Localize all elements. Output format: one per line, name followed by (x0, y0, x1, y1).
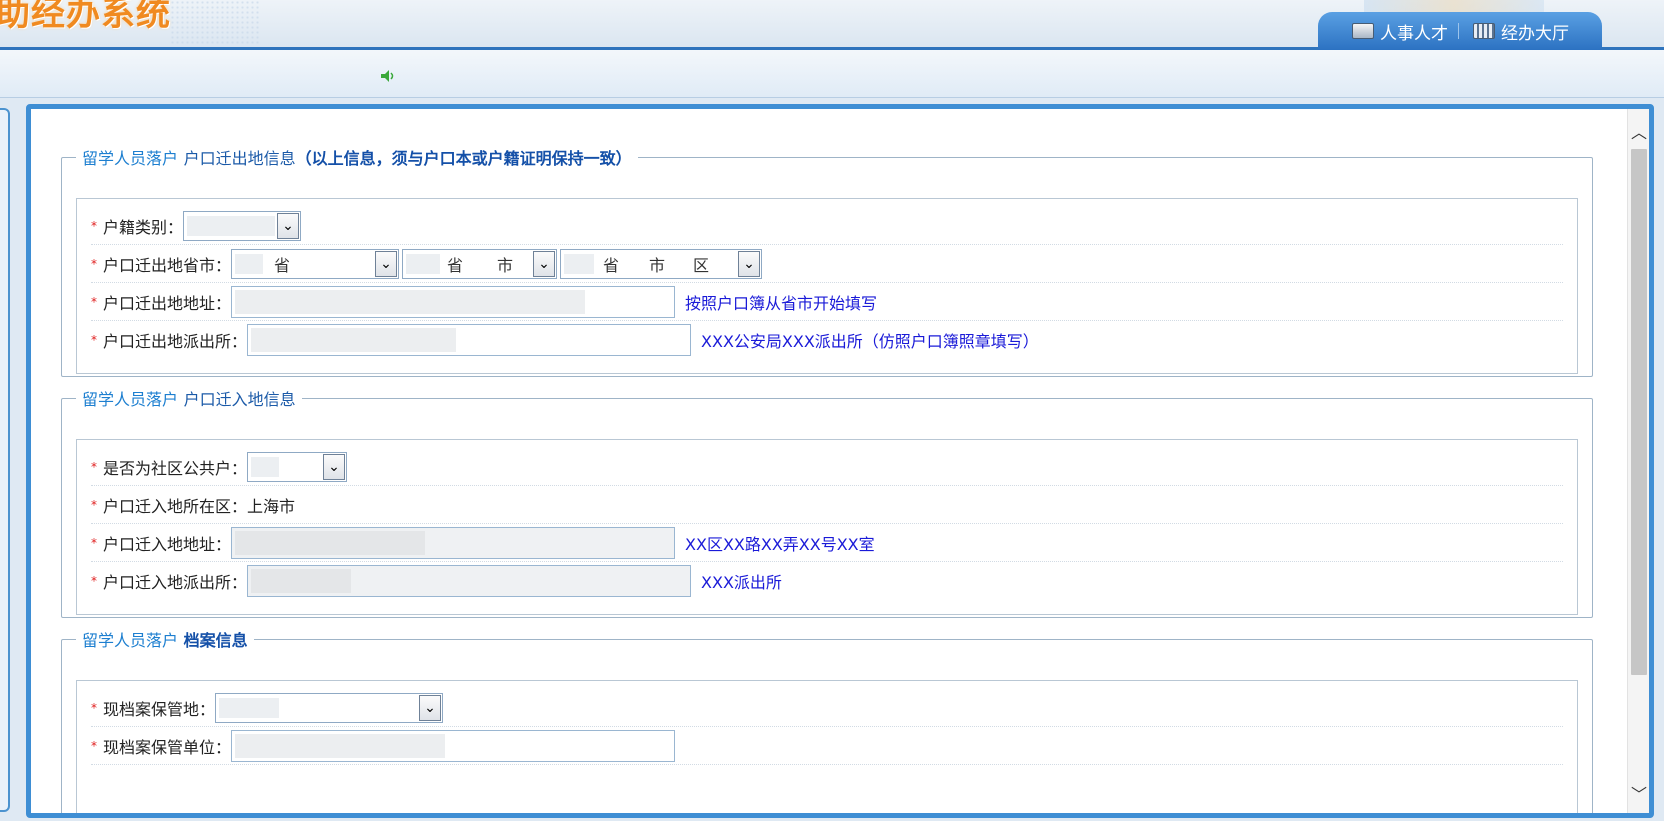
logo-decoration (170, 0, 260, 44)
row-in-police: * 户口迁入地派出所： XXX派出所 (91, 562, 1563, 600)
chevron-down-icon: ⌄ (533, 250, 556, 277)
scroll-up-icon[interactable]: ︿ (1628, 113, 1650, 149)
nav-item-service-hall-label: 经办大厅 (1501, 23, 1569, 44)
in-police-label: 户口迁入地派出所： (103, 573, 248, 592)
speaker-icon[interactable] (381, 70, 395, 82)
in-district-value: 上海市 (247, 496, 296, 516)
out-police-label: 户口迁出地派出所： (103, 332, 248, 351)
chevron-down-icon: ⌄ (738, 250, 761, 277)
in-address-hint: XX区XX路XX弄XX号XX室 (685, 534, 875, 554)
main-panel: 留学人员落户 户口迁出地信息（以上信息，须与户口本或户籍证明保持一致） * 户籍… (26, 104, 1654, 818)
required-mark: * (91, 535, 97, 550)
section-archive-box: * 现档案保管地： ⌄ * 现档案保管单位： (76, 680, 1578, 813)
required-mark: * (91, 459, 97, 474)
row-archive-unit: * 现档案保管单位： (91, 727, 1563, 765)
out-address-hint: 按照户口簿从省市开始填写 (685, 293, 878, 313)
community-label: 是否为社区公共户： (103, 458, 248, 478)
row-huji-type: * 户籍类别： ⌄ (91, 207, 1563, 245)
section-hukou-out-box: * 户籍类别： ⌄ * 户口迁出地省市： 省 ⌄ 省 市 ⌄ 省 市 区 ⌄ *… (76, 198, 1578, 374)
legend-prefix: 留学人员落户 (82, 631, 179, 650)
row-in-address: * 户口迁入地地址： XX区XX路XX弄XX号XX室 (91, 524, 1563, 562)
out-district-select-district: 区 (693, 255, 710, 275)
chevron-down-icon: ⌄ (323, 453, 346, 480)
section-archive-title: 留学人员落户 档案信息 (76, 627, 254, 651)
required-mark: * (91, 574, 97, 588)
chevron-down-icon: ⌄ (375, 250, 398, 277)
huji-type-select[interactable]: ⌄ (183, 210, 302, 241)
in-address-input[interactable] (231, 526, 676, 559)
required-mark: * (91, 333, 97, 347)
archive-location-label: 现档案保管地： (103, 699, 216, 719)
nav-item-hr-label: 人事人才 (1380, 23, 1448, 44)
required-mark: * (91, 700, 97, 715)
row-in-district: * 户口迁入地所在区： 上海市 (91, 486, 1563, 524)
out-city-select-city: 市 (497, 255, 514, 275)
nav-divider (1458, 23, 1459, 39)
building-icon (1473, 23, 1495, 39)
section-hukou-in: 留学人员落户 户口迁入地信息 * 是否为社区公共户： ⌄ * 户口迁入地所在区：… (61, 386, 1593, 618)
row-out-province: * 户口迁出地省市： 省 ⌄ 省 市 ⌄ 省 市 区 ⌄ (91, 245, 1563, 283)
out-district-select[interactable]: 省 市 区 ⌄ (560, 248, 763, 279)
app-logo-title: 助经办系统 (0, 0, 171, 34)
legend-main: 户口迁出地信息 (183, 149, 296, 168)
nav-item-service-hall[interactable]: 经办大厅 (1473, 19, 1569, 44)
sub-toolbar (0, 50, 1664, 98)
legend-prefix: 留学人员落户 (82, 149, 179, 168)
out-address-input[interactable] (231, 285, 676, 318)
scrollbar-thumb[interactable] (1631, 149, 1647, 675)
out-police-hint: XXX公安局XXX派出所（仿照户口簿照章填写） (701, 332, 1039, 351)
legend-main: 户口迁入地信息 (183, 390, 296, 409)
chevron-down-icon: ⌄ (419, 694, 442, 721)
row-community: * 是否为社区公共户： ⌄ (91, 448, 1563, 486)
out-district-select-city: 市 (649, 255, 666, 275)
huji-type-label: 户籍类别： (103, 217, 184, 237)
left-panel-edge[interactable] (0, 108, 10, 812)
in-address-label: 户口迁入地地址： (103, 534, 232, 554)
required-mark: * (91, 294, 97, 309)
required-mark: * (91, 256, 97, 271)
archive-location-select[interactable]: ⌄ (215, 692, 444, 723)
community-select[interactable]: ⌄ (247, 451, 348, 482)
out-address-label: 户口迁出地地址： (103, 293, 232, 313)
in-district-label: 户口迁入地所在区： (103, 496, 248, 516)
section-archive: 留学人员落户 档案信息 * 现档案保管地： ⌄ * 现档案保管单位： (61, 627, 1593, 813)
chevron-down-icon: ⌄ (277, 212, 300, 239)
required-mark: * (91, 497, 97, 512)
archive-unit-label: 现档案保管单位： (103, 737, 232, 757)
section-hukou-in-box: * 是否为社区公共户： ⌄ * 户口迁入地所在区： 上海市 * 户口迁入地地址： (76, 439, 1578, 615)
out-district-select-prov: 省 (603, 255, 620, 275)
row-out-address: * 户口迁出地地址： 按照户口簿从省市开始填写 (91, 283, 1563, 321)
out-province-label: 户口迁出地省市： (103, 255, 232, 275)
required-mark: * (91, 738, 97, 753)
legend-note: （以上信息，须与户口本或户籍证明保持一致） (295, 149, 632, 168)
laptop-icon (1352, 23, 1374, 39)
out-province-select-value: 省 (274, 255, 291, 275)
vertical-scrollbar[interactable]: ︿ ﹀ (1627, 109, 1649, 813)
section-hukou-out-title: 留学人员落户 户口迁出地信息（以上信息，须与户口本或户籍证明保持一致） (76, 145, 638, 169)
legend-prefix: 留学人员落户 (82, 390, 179, 409)
app-header: 助经办系统 人事人才 经办大厅 (0, 0, 1664, 50)
out-city-select-prov: 省 (447, 255, 464, 275)
row-out-police: * 户口迁出地派出所： XXX公安局XXX派出所（仿照户口簿照章填写） (91, 321, 1563, 359)
section-hukou-out: 留学人员落户 户口迁出地信息（以上信息，须与户口本或户籍证明保持一致） * 户籍… (61, 145, 1593, 377)
out-province-select[interactable]: 省 ⌄ (231, 248, 400, 279)
required-mark: * (91, 218, 97, 233)
nav-item-hr[interactable]: 人事人才 (1352, 19, 1448, 44)
in-police-input[interactable] (247, 565, 692, 597)
section-hukou-in-title: 留学人员落户 户口迁入地信息 (76, 386, 302, 410)
out-city-select[interactable]: 省 市 ⌄ (402, 248, 558, 279)
archive-unit-input[interactable] (231, 729, 676, 762)
legend-main: 档案信息 (183, 631, 248, 650)
out-police-input[interactable] (247, 324, 692, 356)
in-police-hint: XXX派出所 (701, 573, 782, 592)
top-nav: 人事人才 经办大厅 (1318, 12, 1602, 50)
scroll-down-icon[interactable]: ﹀ (1628, 775, 1650, 811)
row-archive-location: * 现档案保管地： ⌄ (91, 689, 1563, 727)
form-content: 留学人员落户 户口迁出地信息（以上信息，须与户口本或户籍证明保持一致） * 户籍… (31, 109, 1627, 813)
